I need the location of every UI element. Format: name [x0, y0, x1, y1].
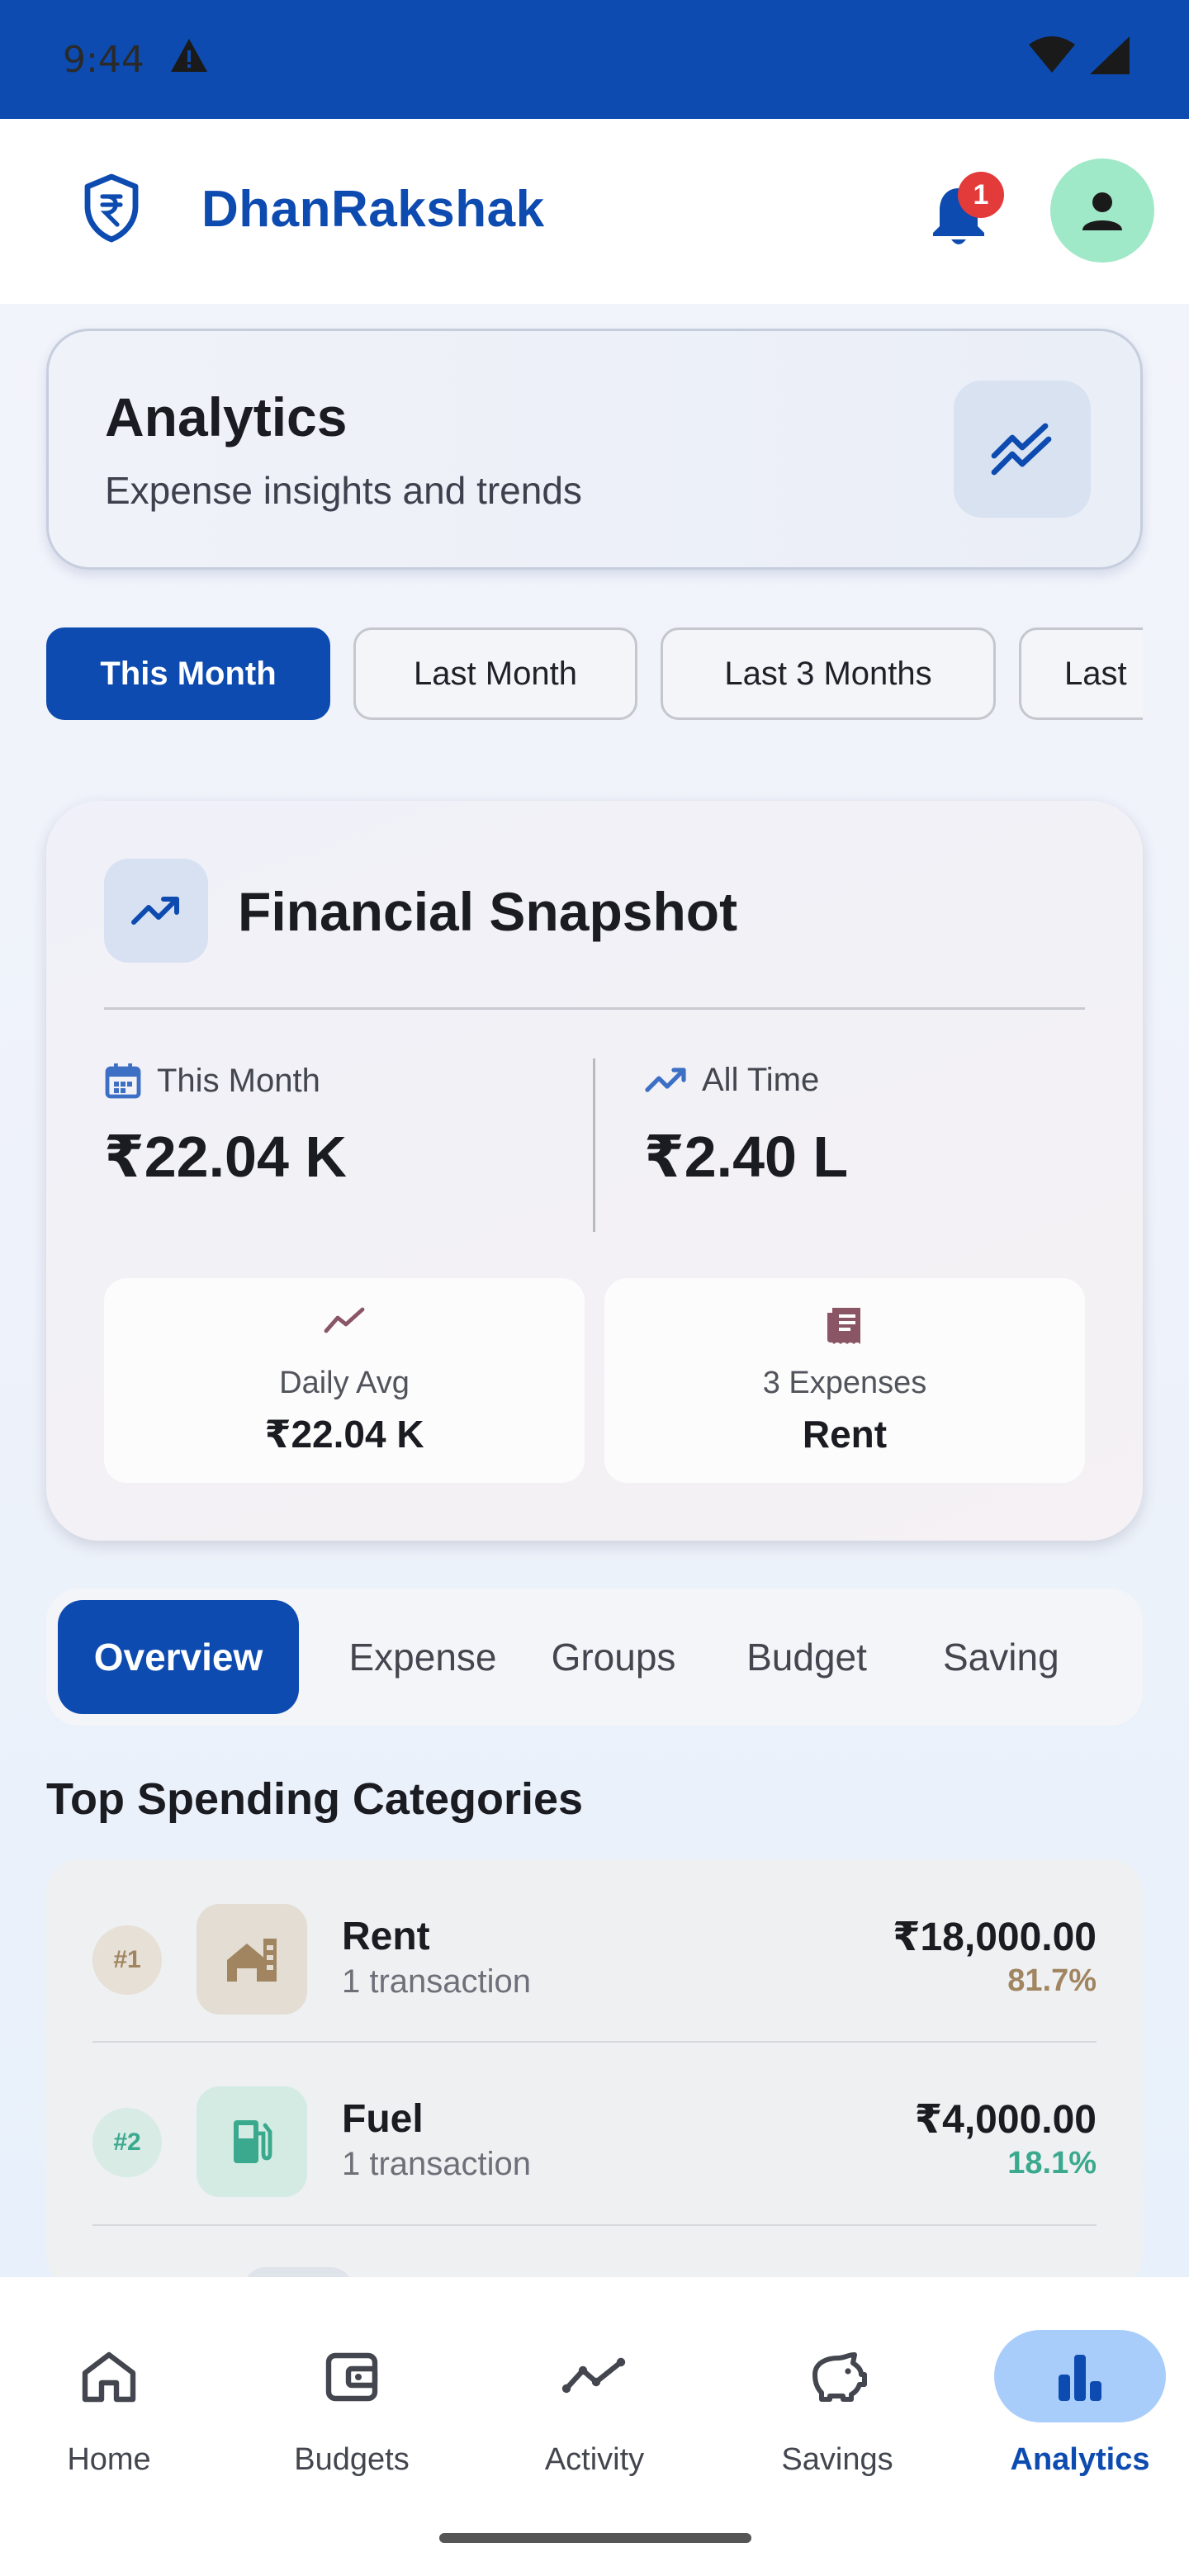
- this-month-label-text: This Month: [157, 1062, 320, 1099]
- activity-line-icon: [561, 2357, 626, 2394]
- trending-up-icon: [645, 1067, 686, 1092]
- receipt-icon: [827, 1308, 860, 1344]
- this-month-label: This Month: [104, 1062, 320, 1100]
- nav-home[interactable]: Home: [10, 2327, 208, 2492]
- snapshot-divider: [104, 1007, 1085, 1010]
- rank-badge: #1: [92, 1925, 162, 1995]
- page-subtitle: Expense insights and trends: [105, 469, 582, 512]
- chip-last-partial[interactable]: Last: [1019, 627, 1143, 720]
- nav-activity-label: Activity: [544, 2442, 645, 2477]
- nav-budgets-label: Budgets: [294, 2442, 410, 2477]
- status-bar: 9:44: [0, 0, 1189, 119]
- period-filter-chips: This Month Last Month Last 3 Months Last: [46, 627, 1143, 720]
- home-indicator[interactable]: [439, 2533, 751, 2543]
- section-title-top-spending: Top Spending Categories: [46, 1774, 584, 1824]
- calendar-icon: [105, 1063, 141, 1099]
- page-title: Analytics: [105, 386, 348, 447]
- trend-line-icon: [324, 1307, 365, 1333]
- chip-this-month[interactable]: This Month: [46, 627, 330, 720]
- piggy-bank-icon: [812, 2352, 867, 2402]
- home-icon: [82, 2351, 136, 2403]
- tab-expense[interactable]: Expense: [335, 1600, 510, 1714]
- daily-average-label: Daily Avg: [279, 1366, 410, 1400]
- trending-up-icon: [131, 897, 179, 925]
- shield-logo-icon: [83, 173, 140, 243]
- expense-count-value: Rent: [802, 1413, 888, 1456]
- tab-saving[interactable]: Saving: [921, 1600, 1143, 1714]
- tab-groups[interactable]: Groups: [535, 1600, 692, 1714]
- category-transactions: 1 transaction: [342, 1963, 532, 2000]
- nav-savings[interactable]: Savings: [738, 2327, 936, 2492]
- house-icon: [197, 1904, 307, 2015]
- daily-average-card: Daily Avg ₹22.04 K: [104, 1278, 585, 1483]
- category-name: Fuel: [342, 2097, 424, 2141]
- stacked-trend-icon: [991, 423, 1052, 476]
- profile-avatar[interactable]: [1050, 159, 1154, 263]
- financial-snapshot-card: Financial Snapshot This Month ₹22.04 K A…: [46, 801, 1143, 1541]
- this-month-value: ₹22.04 K: [104, 1125, 347, 1189]
- analytics-icon-box: [954, 381, 1091, 518]
- row-divider: [92, 2224, 1097, 2226]
- tab-overview[interactable]: Overview: [58, 1600, 299, 1714]
- snapshot-vertical-divider: [593, 1058, 595, 1232]
- notification-badge: 1: [958, 172, 1004, 218]
- status-time: 9:44: [63, 38, 144, 81]
- expense-count-label: 3 Expenses: [762, 1366, 927, 1400]
- wallet-icon: [325, 2352, 378, 2402]
- all-time-label: All Time: [644, 1062, 819, 1099]
- nav-savings-label: Savings: [781, 2442, 893, 2477]
- analytics-header-card: Analytics Expense insights and trends: [46, 329, 1143, 570]
- fuel-pump-icon: [197, 2086, 307, 2197]
- category-percentage: 18.1%: [1007, 2146, 1097, 2181]
- nav-budgets[interactable]: Budgets: [253, 2327, 451, 2492]
- nav-activity[interactable]: Activity: [495, 2327, 694, 2492]
- rank-badge: #2: [92, 2108, 162, 2177]
- analytics-tabs: Overview Expense Groups Budget Saving: [46, 1589, 1143, 1726]
- expense-count-card: 3 Expenses Rent: [604, 1278, 1085, 1483]
- person-icon: [1082, 192, 1122, 230]
- category-percentage: 81.7%: [1007, 1963, 1097, 1998]
- nav-home-label: Home: [67, 2442, 151, 2477]
- list-item[interactable]: #2 Fuel 1 transaction ₹4,000.00 18.1%: [46, 2042, 1143, 2224]
- chip-last-month[interactable]: Last Month: [353, 627, 637, 720]
- warning-icon: [169, 37, 209, 83]
- app-bar: DhanRakshak 1: [0, 119, 1189, 304]
- all-time-label-text: All Time: [702, 1062, 820, 1098]
- bottom-navigation: Home Budgets Activity Savings Analytics: [0, 2277, 1189, 2576]
- chip-last-3-months[interactable]: Last 3 Months: [661, 627, 996, 720]
- bar-chart-icon: [1059, 2355, 1101, 2401]
- category-amount: ₹18,000.00: [893, 1915, 1097, 1959]
- snapshot-icon-box: [104, 859, 208, 963]
- wifi-icon: [1029, 36, 1075, 83]
- cellular-signal-icon: [1090, 36, 1130, 83]
- nav-analytics[interactable]: Analytics: [981, 2327, 1179, 2492]
- category-transactions: 1 transaction: [342, 2146, 532, 2182]
- app-title: DhanRakshak: [201, 181, 545, 238]
- list-item[interactable]: #1 Rent 1 transaction ₹18,000.00 81.7%: [46, 1859, 1143, 2042]
- top-spending-list: #1 Rent 1 transaction ₹18,000.00 81.7% #…: [46, 1859, 1143, 2289]
- category-name: Rent: [342, 1915, 430, 1958]
- snapshot-title: Financial Snapshot: [238, 881, 738, 942]
- category-amount: ₹4,000.00: [914, 2098, 1097, 2142]
- daily-average-value: ₹22.04 K: [264, 1413, 424, 1456]
- nav-analytics-label: Analytics: [1010, 2442, 1150, 2477]
- tab-budget[interactable]: Budget: [733, 1600, 880, 1714]
- all-time-value: ₹2.40 L: [644, 1125, 849, 1189]
